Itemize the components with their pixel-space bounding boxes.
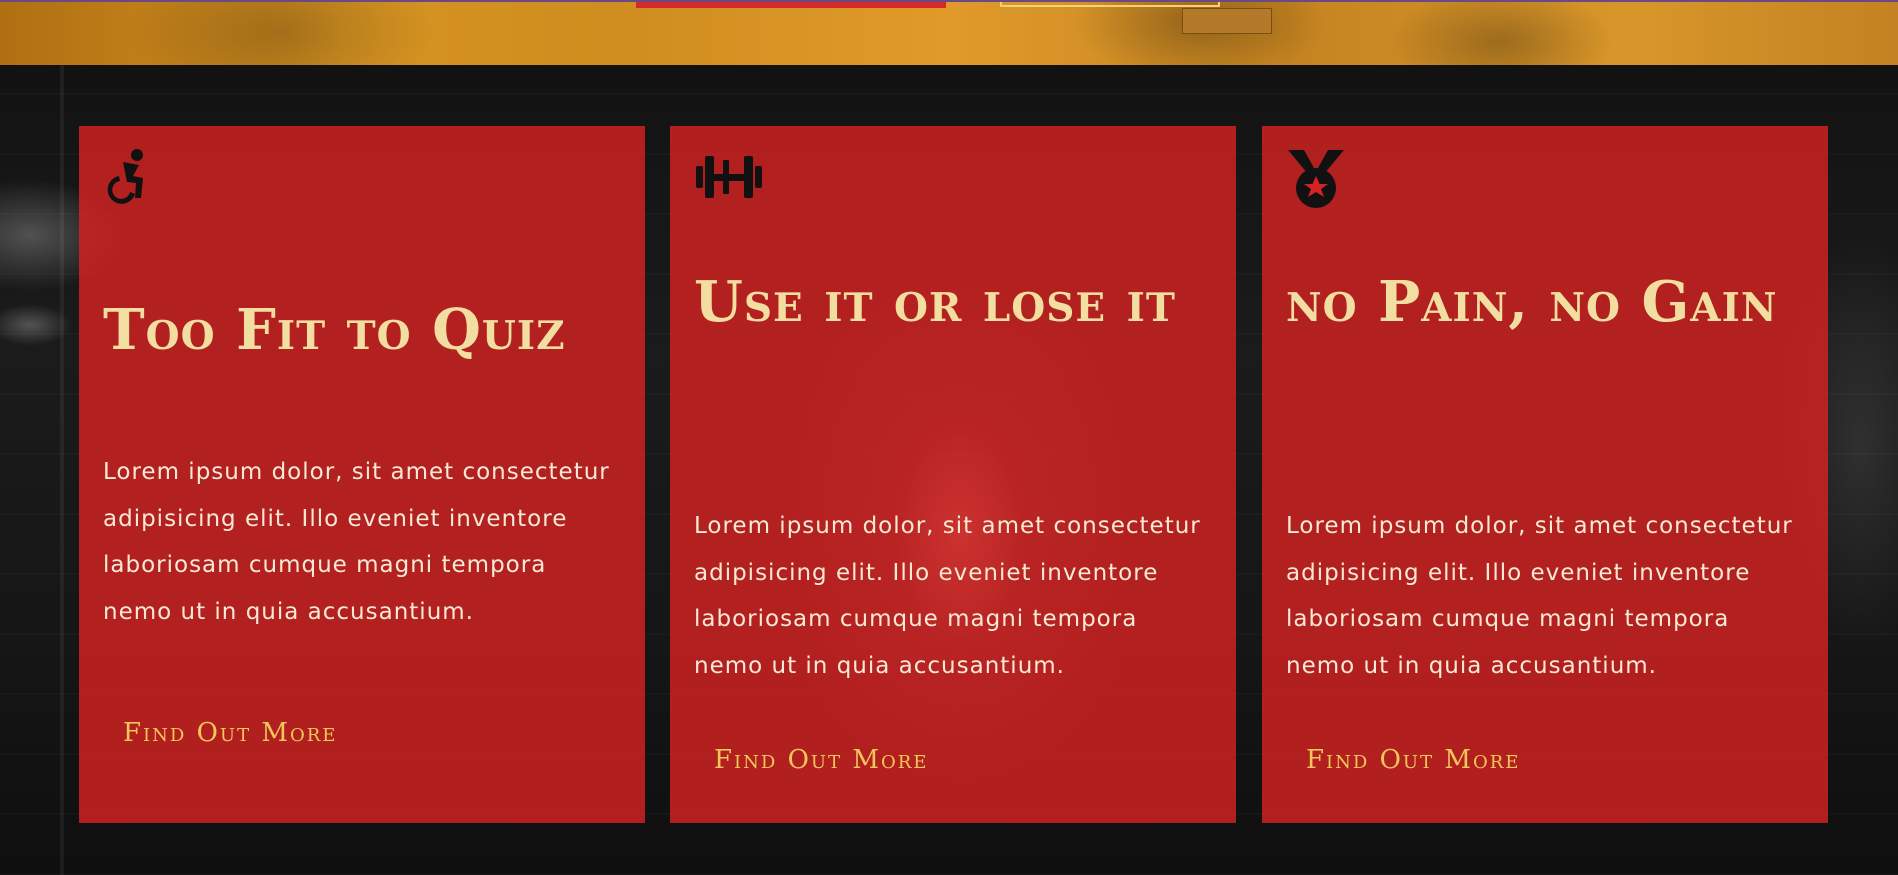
- accessible-icon: [103, 148, 163, 208]
- card-description: Lorem ipsum dolor, sit amet consectetur …: [1286, 513, 1793, 679]
- hero-outline-button-edge: [1000, 2, 1220, 7]
- feature-card: no Pain, no Gain Lorem ipsum dolor, sit …: [1262, 126, 1828, 823]
- dumbbell-icon: [694, 148, 762, 208]
- feature-card: Too Fit to Quiz Lorem ipsum dolor, sit a…: [79, 126, 645, 823]
- find-out-more-link[interactable]: Find Out More: [1306, 745, 1520, 775]
- find-out-more-link[interactable]: Find Out More: [714, 745, 928, 775]
- card-description: Lorem ipsum dolor, sit amet consectetur …: [694, 513, 1201, 679]
- medal-icon: [1286, 148, 1346, 208]
- hero-image-bottom-edge: [0, 0, 1898, 65]
- card-description: Lorem ipsum dolor, sit amet consectetur …: [103, 459, 610, 625]
- hero-image-shading: [0, 2, 1898, 65]
- card-title: Use it or lose it: [694, 269, 1176, 335]
- hero-equipment-label: [1182, 8, 1272, 34]
- card-title: Too Fit to Quiz: [103, 297, 566, 363]
- page: Too Fit to Quiz Lorem ipsum dolor, sit a…: [0, 0, 1898, 875]
- find-out-more-link[interactable]: Find Out More: [123, 718, 337, 748]
- hero-red-button-edge: [636, 2, 946, 8]
- feature-card: Use it or lose it Lorem ipsum dolor, sit…: [670, 126, 1236, 823]
- card-title: no Pain, no Gain: [1286, 269, 1778, 335]
